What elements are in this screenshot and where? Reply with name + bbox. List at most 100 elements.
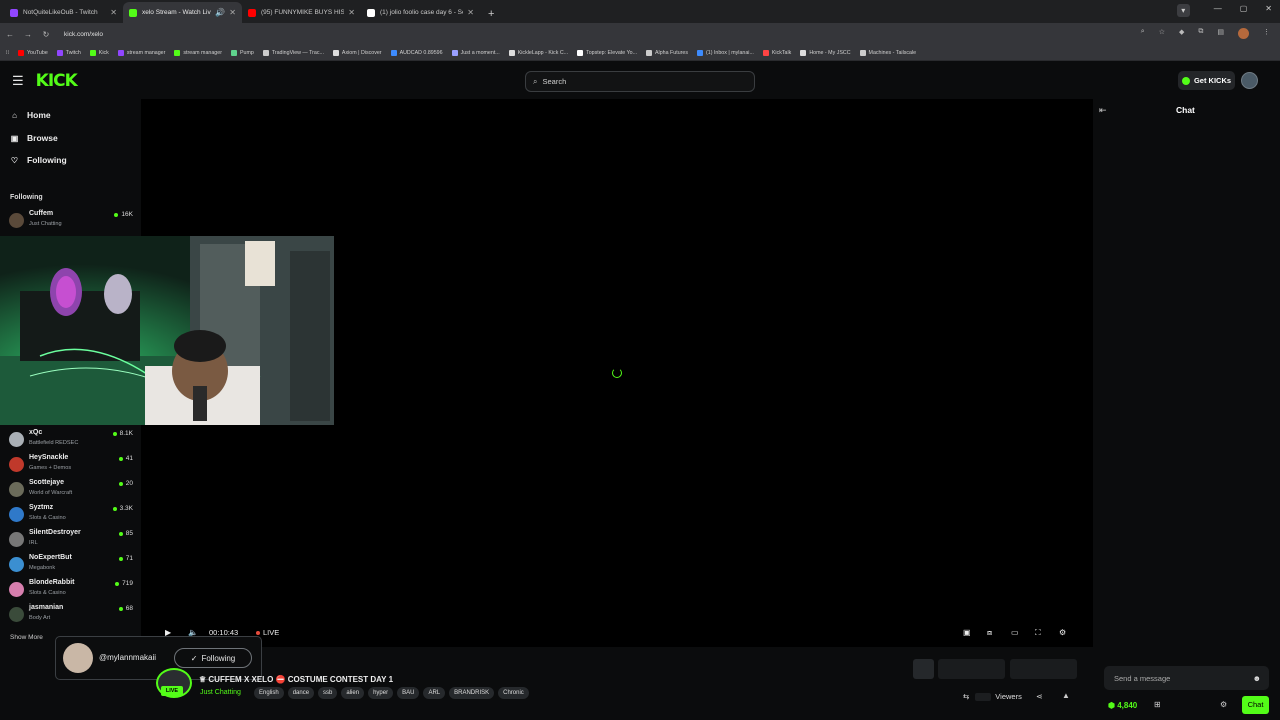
viewer-stats: ⇆ Viewers <box>963 692 1022 701</box>
bookmark[interactable]: Home - My JSCC <box>800 49 851 56</box>
zoom-icon[interactable]: ⌕ <box>1141 28 1145 39</box>
bookmark[interactable]: Machines - Tailscale <box>859 49 916 56</box>
tag[interactable]: Chronic <box>498 687 529 699</box>
tag[interactable]: ssb <box>318 687 338 699</box>
nav-browse[interactable]: ▣ Browse <box>10 133 58 143</box>
bookmark[interactable]: Axiom | Discover <box>332 49 382 56</box>
tag[interactable]: alien <box>341 687 365 699</box>
browser-tab[interactable]: (95) FUNNYMIKE BUYS HIS ✕ <box>242 2 361 23</box>
browser-tab[interactable]: (1) jolio foolio case day 6 - Sea ✕ <box>361 2 480 23</box>
menu-icon[interactable]: ⋮ <box>1263 28 1270 39</box>
bookmark-favicon <box>17 49 24 56</box>
bookmark[interactable]: TradingView — Trac... <box>262 49 324 56</box>
bookmark-favicon <box>859 49 866 56</box>
followed-channel[interactable]: Cuffem Just Chatting 16K <box>9 210 133 232</box>
speaker-icon[interactable]: 🔊 <box>215 8 225 17</box>
maximize-icon[interactable]: ▢ <box>1240 4 1248 17</box>
followed-channel[interactable]: xQc Battlefield REDSEC 8.1K <box>9 429 133 451</box>
live-indicator[interactable]: LIVE <box>256 628 279 637</box>
tag[interactable]: BRANDRISK <box>449 687 495 699</box>
sidepanel-icon[interactable]: ▤ <box>1217 28 1224 39</box>
bookmark[interactable]: Just a moment... <box>451 49 500 56</box>
bookmark[interactable]: KickleLapp - Kick C... <box>508 49 569 56</box>
followed-channel[interactable]: SilentDestroyer IRL 85 <box>9 529 133 551</box>
forward-icon[interactable]: → <box>20 30 36 39</box>
collapse-chat-icon[interactable]: ⇤ <box>1099 105 1107 116</box>
settings-icon[interactable]: ⚙ <box>1059 628 1066 637</box>
show-more-link[interactable]: Show More <box>10 634 43 641</box>
toast-username: @mylannmakaii <box>99 653 157 662</box>
bookmark-favicon <box>89 49 96 56</box>
nav-following[interactable]: ♡ Following <box>10 155 67 165</box>
followed-channel[interactable]: HeySnackle Games + Demos 41 <box>9 454 133 476</box>
chat-settings-icon[interactable]: ⚙ <box>1220 700 1227 709</box>
new-tab-icon[interactable]: + <box>488 8 494 20</box>
nav-label: Home <box>27 110 51 120</box>
browser-tab[interactable]: NotQuiteLikeOuB - Twitch ✕ <box>4 2 123 23</box>
close-window-icon[interactable]: ✕ <box>1265 4 1272 17</box>
followed-channel[interactable]: NoExpertBut Megabonk 71 <box>9 554 133 576</box>
reload-icon[interactable]: ↻ <box>38 30 54 39</box>
bookmark[interactable]: AUDCAD 0.89596 <box>390 49 443 56</box>
close-icon[interactable]: ✕ <box>229 8 236 17</box>
followed-channel[interactable]: Scottejaye World of Warcraft 20 <box>9 479 133 501</box>
bookmark[interactable]: stream manager <box>174 49 222 56</box>
tag[interactable]: BAU <box>397 687 420 699</box>
theater-mode-icon[interactable]: ▭ <box>1011 628 1019 637</box>
hamburger-menu-icon[interactable]: ☰ <box>12 73 24 89</box>
tag[interactable]: English <box>254 687 284 699</box>
extension-icon[interactable]: ◆ <box>1179 28 1184 39</box>
close-icon[interactable]: ✕ <box>348 8 355 17</box>
url-field[interactable]: kick.com/xelo <box>64 31 103 38</box>
bookmark[interactable]: (1) Inbox | mylanai... <box>697 49 754 56</box>
live-dot-icon <box>118 606 123 611</box>
channel-name: HeySnackle <box>29 454 69 461</box>
tab-search-icon[interactable]: ▾ <box>1176 4 1190 17</box>
bookmark[interactable]: stream manager <box>117 49 165 56</box>
kicks-balance[interactable]: ⬢ 4,840 <box>1108 701 1137 710</box>
bookmark[interactable]: Pump <box>230 49 254 56</box>
share-icon[interactable]: ⋖ <box>1036 692 1043 701</box>
fullscreen-icon[interactable]: ⛶ <box>1035 628 1041 638</box>
bookmark[interactable]: Twitch <box>56 49 81 56</box>
profile-avatar[interactable] <box>1238 28 1249 39</box>
nav-home[interactable]: ⌂ Home <box>10 110 51 120</box>
bookmark-label: (1) Inbox | mylanai... <box>706 49 754 56</box>
bookmark[interactable]: Alpha Futures <box>646 49 688 56</box>
browser-tab-active[interactable]: xelo Stream - Watch Live o 🔊 ✕ <box>123 2 242 23</box>
tag[interactable]: dance <box>287 687 315 699</box>
following-button[interactable]: ✓ Following <box>174 648 252 668</box>
close-icon[interactable]: ✕ <box>467 8 474 17</box>
send-chat-button[interactable]: Chat <box>1242 696 1269 714</box>
clip-icon[interactable]: ⧈ <box>987 628 992 638</box>
get-kicks-button[interactable]: Get KICKs <box>1178 71 1235 90</box>
kick-logo[interactable]: KICK <box>36 71 78 91</box>
close-icon[interactable]: ✕ <box>110 8 117 17</box>
search-input[interactable]: ⌕ Search <box>525 71 755 92</box>
bookmark[interactable]: Topstep: Elevate Yo... <box>577 49 637 56</box>
emoji-icon[interactable]: ☻ <box>1253 674 1261 683</box>
bookmark[interactable]: YouTube <box>17 49 48 56</box>
bookmark[interactable]: KickTalk <box>762 49 791 56</box>
star-icon[interactable]: ☆ <box>1159 28 1165 39</box>
bookmark[interactable]: Kick <box>89 49 109 56</box>
channel-avatar <box>9 507 24 522</box>
apps-icon[interactable]: ⁞⁞ <box>6 50 9 56</box>
report-icon[interactable]: ▲ <box>1062 691 1070 700</box>
tag[interactable]: ARL <box>423 687 446 699</box>
followed-channel[interactable]: BlondeRabbit Slots & Casino 719 <box>9 579 133 601</box>
tag[interactable]: hyper <box>368 687 394 699</box>
channel-name: jasmanian <box>29 604 64 611</box>
gift-icon[interactable]: ⊞ <box>1154 700 1161 709</box>
user-avatar[interactable] <box>1241 72 1258 89</box>
heart-icon: ♡ <box>10 155 19 165</box>
back-icon[interactable]: ← <box>2 30 18 39</box>
stream-category[interactable]: Just Chatting <box>200 689 241 696</box>
minimize-icon[interactable]: — <box>1214 4 1222 17</box>
followed-channel[interactable]: Syztmz Slots & Casino 3.3K <box>9 504 133 526</box>
chat-message-input[interactable]: Send a message ☻ <box>1104 666 1269 690</box>
followed-channel[interactable]: jasmanian Body Art 68 <box>9 604 133 626</box>
bookmark-label: KickleLapp - Kick C... <box>517 49 569 56</box>
puzzle-icon[interactable]: ⧉ <box>1198 28 1203 39</box>
miniplayer-icon[interactable]: ▣ <box>963 628 971 637</box>
